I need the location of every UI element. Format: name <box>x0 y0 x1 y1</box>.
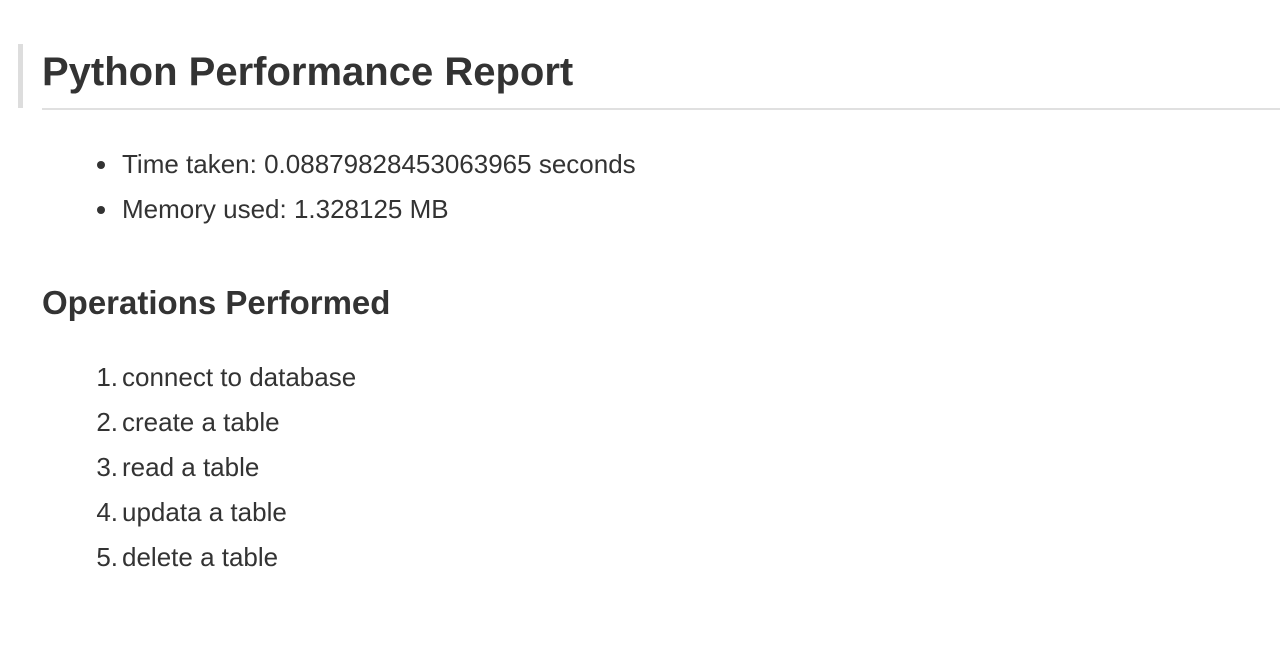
list-item: 3. read a table <box>42 445 356 490</box>
operations-heading: Operations Performed <box>42 284 391 321</box>
title-block: Python Performance Report <box>18 44 1280 108</box>
list-item: 4. updata a table <box>42 490 356 535</box>
metric-time-taken: Time taken: 0.08879828453063965 seconds <box>122 149 636 179</box>
list-item: Memory used: 1.328125 MB <box>42 187 636 232</box>
list-item: 2. create a table <box>42 400 356 445</box>
operation-text: updata a table <box>122 497 287 527</box>
operations-list: 1. connect to database 2. create a table… <box>42 355 356 580</box>
list-item: 1. connect to database <box>42 355 356 400</box>
list-number: 4. <box>96 497 118 527</box>
list-item: Time taken: 0.08879828453063965 seconds <box>42 142 636 187</box>
bullet-icon <box>97 206 105 214</box>
list-number: 3. <box>96 452 118 482</box>
list-item: 5. delete a table <box>42 535 356 580</box>
operation-text: create a table <box>122 407 280 437</box>
metric-memory-used: Memory used: 1.328125 MB <box>122 194 449 224</box>
list-number: 5. <box>96 542 118 572</box>
report-page: Python Performance Report Time taken: 0.… <box>0 0 1280 670</box>
operation-text: connect to database <box>122 362 357 392</box>
title-divider <box>42 108 1280 110</box>
operation-text: read a table <box>122 452 260 482</box>
title-accent-bar <box>18 44 23 108</box>
list-number: 2. <box>96 407 118 437</box>
bullet-icon <box>97 161 105 169</box>
operation-text: delete a table <box>122 542 279 572</box>
list-number: 1. <box>96 362 118 392</box>
metrics-list: Time taken: 0.08879828453063965 seconds … <box>42 142 636 232</box>
page-title: Python Performance Report <box>42 50 574 94</box>
